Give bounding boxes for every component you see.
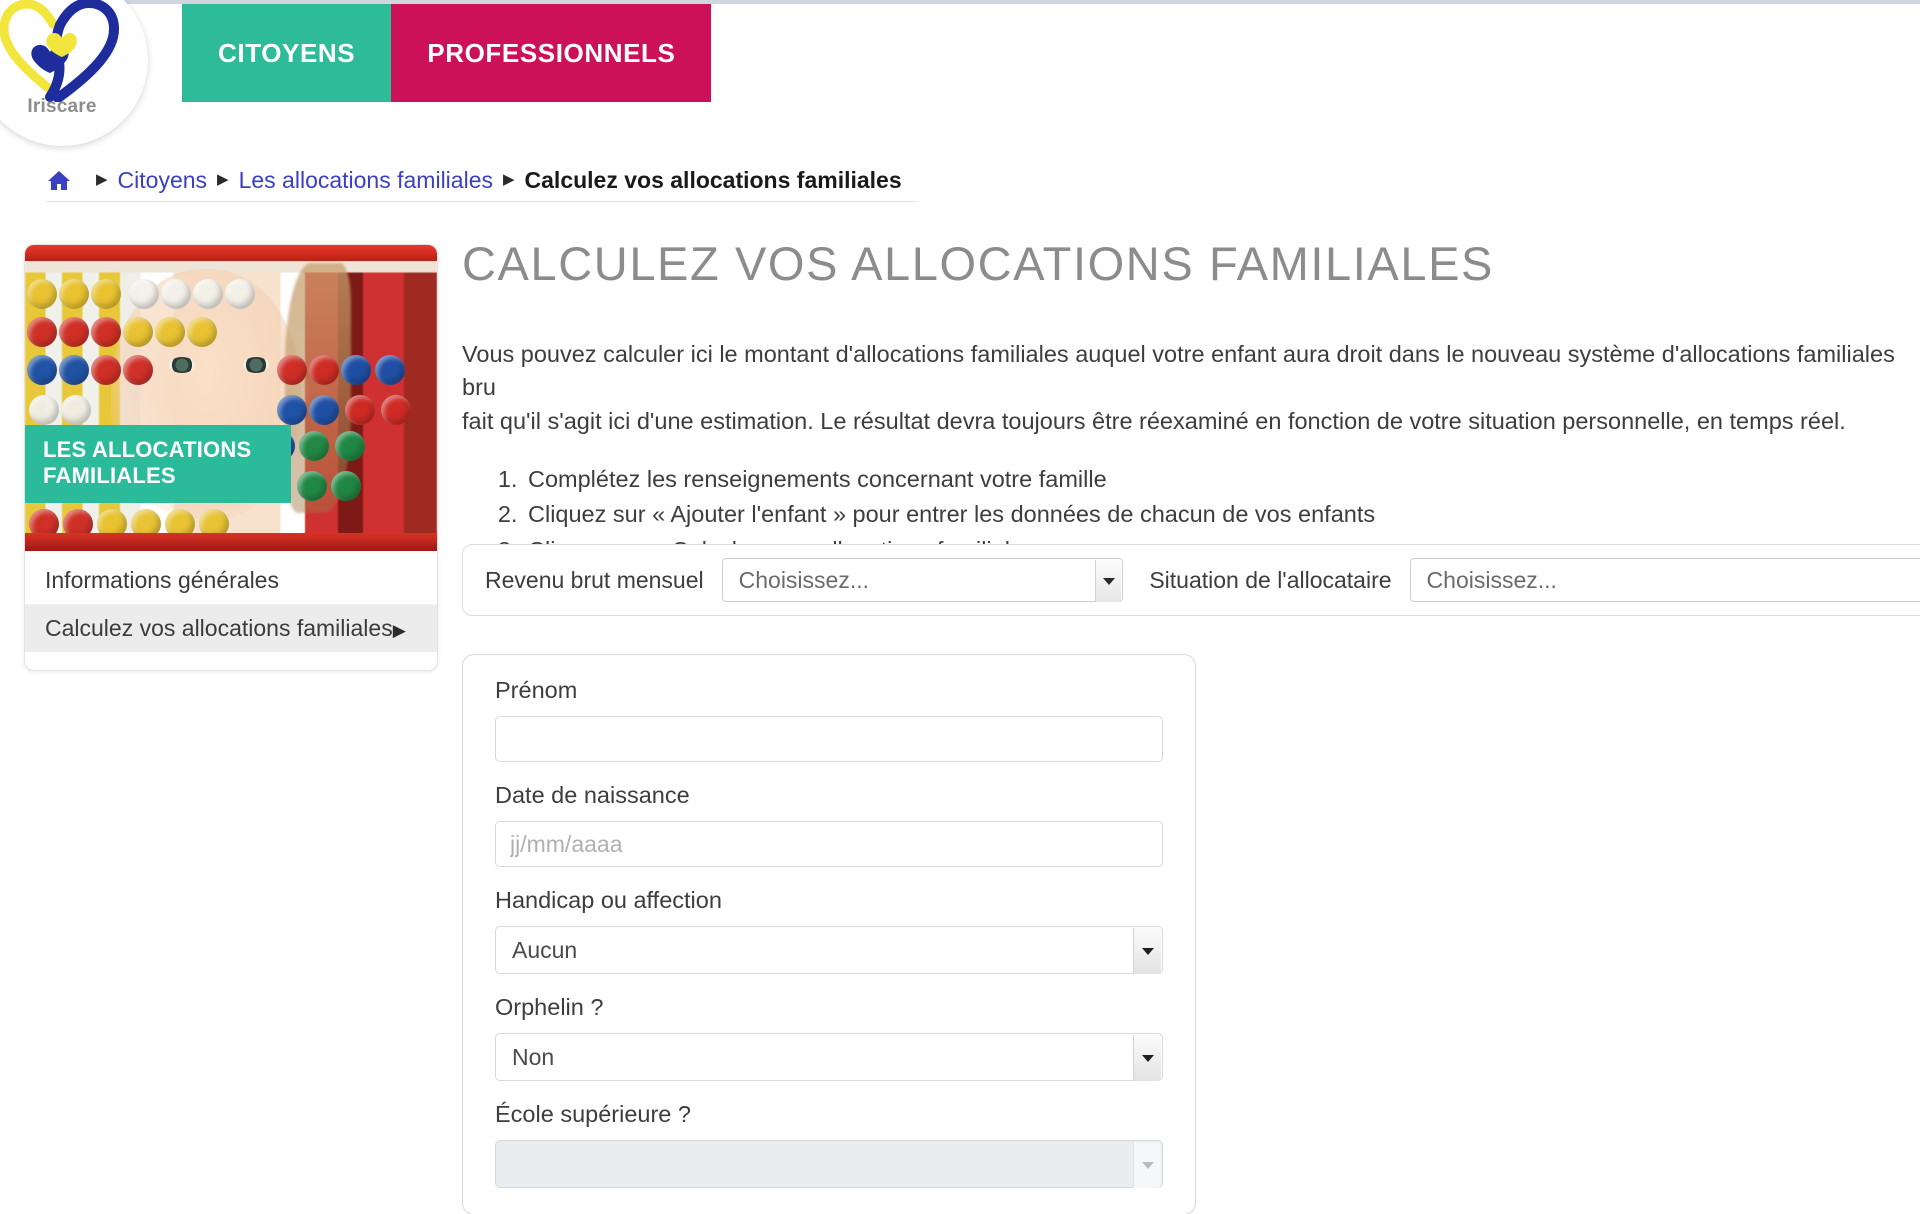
breadcrumb-item-citoyens[interactable]: Citoyens	[118, 167, 207, 194]
site-header: CITOYENS PROFESSIONNELS Iriscare	[0, 0, 1920, 146]
bead-row-1	[25, 279, 437, 309]
breadcrumb-item-allocations[interactable]: Les allocations familiales	[239, 167, 493, 194]
handicap-select[interactable]: Aucun	[495, 926, 1163, 974]
child-eye-left	[169, 357, 195, 373]
sidebar-item-label: Calculez vos allocations familiales	[45, 615, 393, 641]
prenom-input[interactable]	[495, 716, 1163, 762]
nav-tab-professionnels[interactable]: PROFESSIONNELS	[391, 4, 712, 102]
chevron-down-icon	[1133, 1142, 1161, 1188]
bead-row-3	[25, 355, 437, 385]
breadcrumb-separator-2: ▶	[217, 171, 229, 188]
nav-tab-citoyens-label: CITOYENS	[218, 37, 356, 68]
sidebar-card: LES ALLOCATIONS FAMILIALES Informations …	[24, 244, 438, 671]
field-date-naissance: Date de naissance	[495, 782, 1163, 867]
list-item: Complétez les renseignements concernant …	[524, 462, 1920, 498]
sidebar-banner-title: LES ALLOCATIONS FAMILIALES	[25, 425, 291, 503]
sidebar-item-informations-generales[interactable]: Informations générales	[25, 551, 437, 604]
field-handicap: Handicap ou affection Aucun	[495, 887, 1163, 974]
intro-paragraph: Vous pouvez calculer ici le montant d'al…	[462, 341, 1895, 434]
abacus-frame-bottom	[25, 533, 437, 551]
orphelin-selected-value: Non	[512, 1043, 555, 1070]
breadcrumb: ▶ Citoyens ▶ Les allocations familiales …	[46, 160, 918, 202]
sidebar-item-label: Informations générales	[45, 567, 279, 593]
chevron-down-icon[interactable]	[1133, 1035, 1161, 1081]
date-naissance-input[interactable]	[495, 821, 1163, 867]
situation-selected-value: Choisissez...	[1426, 566, 1557, 593]
abacus-frame-top	[25, 245, 437, 261]
household-filters-bar: Revenu brut mensuel Choisissez... Situat…	[462, 544, 1920, 616]
main-content: CALCULEZ VOS ALLOCATIONS FAMILIALES Vous…	[462, 236, 1920, 569]
primary-nav: CITOYENS PROFESSIONNELS	[182, 4, 712, 102]
page-title: CALCULEZ VOS ALLOCATIONS FAMILIALES	[462, 237, 1495, 290]
heart-logo-icon	[0, 0, 148, 146]
chevron-right-icon: ▶	[392, 621, 406, 640]
sidebar-item-calculez[interactable]: Calculez vos allocations familiales▶	[25, 604, 437, 652]
handicap-selected-value: Aucun	[512, 936, 578, 963]
chevron-down-icon[interactable]	[1133, 928, 1161, 974]
nav-tab-citoyens[interactable]: CITOYENS	[182, 4, 392, 102]
child-form-panel: Prénom Date de naissance Handicap ou aff…	[462, 654, 1196, 1214]
field-orphelin: Orphelin ? Non	[495, 994, 1163, 1081]
sidebar-image: LES ALLOCATIONS FAMILIALES	[25, 245, 437, 551]
revenu-label: Revenu brut mensuel	[485, 566, 704, 593]
ecole-superieure-select	[495, 1140, 1163, 1188]
revenu-selected-value: Choisissez...	[738, 566, 869, 593]
page-root: CITOYENS PROFESSIONNELS Iriscare ▶ Citoy…	[0, 0, 1920, 1214]
bead-row-4	[25, 395, 437, 425]
situation-label: Situation de l'allocataire	[1149, 566, 1392, 593]
bead-row-2	[25, 317, 437, 347]
field-prenom: Prénom	[495, 677, 1163, 762]
breadcrumb-item-current: Calculez vos allocations familiales	[524, 167, 902, 193]
orphelin-label: Orphelin ?	[495, 994, 604, 1020]
field-ecole-superieure: École supérieure ?	[495, 1101, 1163, 1188]
list-item: Cliquez sur « Ajouter l'enfant » pour en…	[524, 497, 1920, 533]
prenom-label: Prénom	[495, 677, 578, 703]
home-icon[interactable]	[46, 169, 72, 193]
site-logo[interactable]: Iriscare	[0, 0, 148, 146]
breadcrumb-separator-3: ▶	[502, 171, 515, 188]
breadcrumb-separator-1: ▶	[96, 171, 108, 188]
situation-allocataire-select[interactable]: Choisissez...	[1409, 558, 1920, 602]
chevron-down-icon[interactable]	[1095, 560, 1122, 602]
logo-caption: Iriscare	[27, 96, 97, 117]
orphelin-select[interactable]: Non	[495, 1033, 1163, 1081]
nav-tab-professionnels-label: PROFESSIONNELS	[427, 37, 676, 68]
revenu-brut-mensuel-select[interactable]: Choisissez...	[721, 558, 1124, 602]
date-naissance-label: Date de naissance	[495, 782, 690, 808]
ecole-superieure-label: École supérieure ?	[495, 1101, 691, 1127]
sidebar-menu: Informations générales Calculez vos allo…	[25, 551, 437, 670]
child-eye-right	[243, 357, 269, 373]
handicap-label: Handicap ou affection	[495, 887, 722, 913]
